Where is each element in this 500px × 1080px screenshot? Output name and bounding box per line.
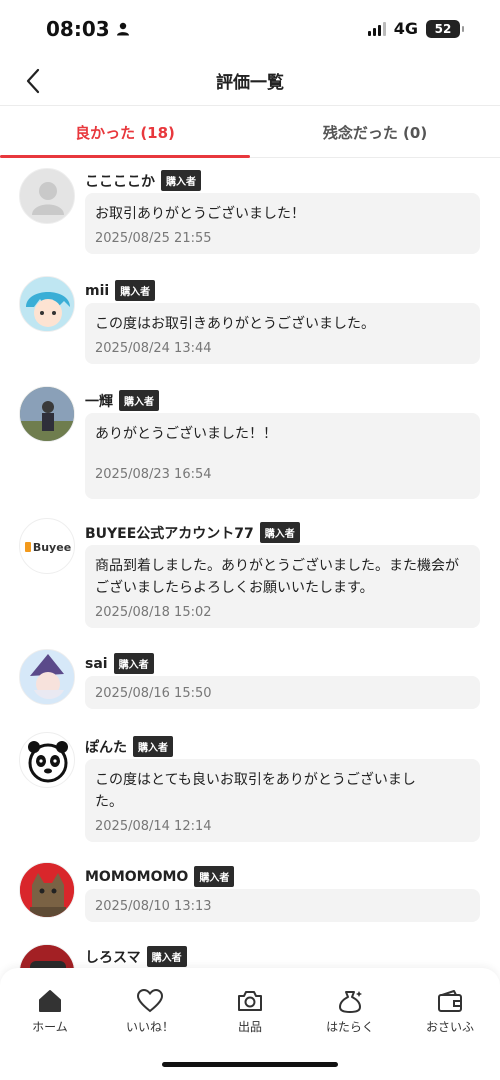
- review-bubble: ありがとうございました！！ 2025/08/23 16:54: [85, 413, 480, 499]
- review-comment: お取引ありがとうございました！: [95, 206, 305, 222]
- buyer-badge: 購入者: [194, 866, 235, 887]
- reviewer-name-text: ここここか: [85, 173, 155, 190]
- buyer-badge: 購入者: [259, 522, 300, 543]
- review-date: 2025/08/23 16:54: [95, 467, 212, 482]
- avatar[interactable]: [19, 276, 75, 332]
- reviewer-name[interactable]: MOMOMOMO 購入者: [85, 866, 235, 887]
- review-date: 2025/08/10 13:13: [95, 899, 212, 914]
- reviewer-name-text: しろスマ: [85, 949, 141, 966]
- nav-sell[interactable]: 出品: [200, 988, 300, 1038]
- camera-icon: [238, 991, 262, 1011]
- review-comment: この度はお取引きありがとうございました。: [95, 316, 375, 332]
- rating-tabs: 良かった (18) 残念だった (0): [0, 107, 500, 158]
- avatar[interactable]: Buyee: [19, 518, 75, 574]
- network-label: 4G: [393, 19, 418, 38]
- person-icon: [116, 22, 129, 36]
- review-date: 2025/08/14 12:14: [95, 819, 212, 834]
- buyer-badge: 購入者: [115, 280, 156, 301]
- avatar[interactable]: [19, 649, 75, 705]
- nav-header: 評価一覧: [0, 56, 500, 106]
- avatar[interactable]: [19, 386, 75, 442]
- review-list[interactable]: ここここか 購入者 お取引ありがとうございました！ 2025/08/25 21:…: [0, 158, 500, 968]
- review-bubble: 2025/08/16 15:50: [85, 676, 480, 709]
- nav-wallet-label: おさいふ: [425, 1020, 474, 1034]
- status-time: 08:03: [46, 17, 130, 41]
- money-bag-icon: [339, 991, 362, 1013]
- battery-icon: 52: [426, 19, 464, 38]
- reviewer-name-text: ぽんた: [85, 739, 127, 756]
- reviewer-name-text: mii: [85, 282, 110, 299]
- buyer-badge: 購入者: [113, 653, 154, 674]
- buyee-logo-text: Buyee: [32, 540, 72, 554]
- reviewer-name[interactable]: mii 購入者: [85, 280, 156, 301]
- review-bubble: 商品到着しました。ありがとうございました。また機会がございましたらよろしくお願い…: [85, 545, 480, 628]
- avatar[interactable]: [19, 168, 75, 224]
- review-comment: 商品到着しました。ありがとうございました。また機会がございましたらよろしくお願い…: [95, 558, 459, 596]
- reviewer-name[interactable]: しろスマ 購入者: [85, 946, 187, 967]
- avatar[interactable]: [19, 732, 75, 788]
- avatar[interactable]: [19, 862, 75, 918]
- nav-sell-label: 出品: [237, 1020, 262, 1034]
- review-bubble: 2025/08/10 13:13: [85, 889, 480, 922]
- battery-level: 52: [434, 21, 452, 36]
- review-date: 2025/08/16 15:50: [95, 686, 212, 701]
- avatar[interactable]: [19, 944, 75, 968]
- anime-avatar-icon: [20, 277, 74, 331]
- home-indicator[interactable]: [162, 1062, 338, 1067]
- tab-bad[interactable]: 残念だった (0): [250, 107, 500, 157]
- buyer-badge: 購入者: [161, 170, 201, 191]
- panda-icon: [28, 741, 68, 783]
- cat-photo-icon: [20, 863, 74, 917]
- reviewer-name[interactable]: ここここか 購入者: [85, 170, 201, 191]
- reviewer-name-text: 一輝: [85, 393, 113, 410]
- nav-home[interactable]: ホーム: [0, 988, 100, 1038]
- default-user-icon: [32, 182, 64, 215]
- buyee-logo: Buyee: [20, 519, 74, 573]
- page-title: 評価一覧: [216, 73, 284, 93]
- nav-wallet[interactable]: おさいふ: [400, 988, 500, 1038]
- home-icon: [39, 990, 61, 1012]
- reviewer-name[interactable]: 一輝 購入者: [85, 390, 159, 411]
- nav-work-label: はたらく: [326, 1020, 374, 1034]
- buyer-badge: 購入者: [119, 390, 159, 411]
- review-bubble: お取引ありがとうございました！ 2025/08/25 21:55: [85, 193, 480, 254]
- nav-home-label: ホーム: [32, 1020, 68, 1034]
- status-bar: 08:03 4G 52: [0, 0, 500, 60]
- nav-likes[interactable]: いいね！: [100, 988, 200, 1038]
- wallet-icon: [438, 990, 462, 1012]
- review-bubble: この度はお取引きありがとうございました。 2025/08/24 13:44: [85, 303, 480, 364]
- review-comment: ありがとうございました！！: [95, 426, 277, 442]
- buyer-badge: 購入者: [146, 946, 187, 967]
- reviewer-name[interactable]: ぽんた 購入者: [85, 736, 173, 757]
- clock-text: 08:03: [46, 17, 110, 41]
- buyer-badge: 購入者: [133, 736, 173, 757]
- reviewer-name[interactable]: sai 購入者: [85, 653, 154, 674]
- photo-avatar-icon: [20, 387, 74, 441]
- back-button[interactable]: [16, 64, 50, 98]
- anime-avatar-icon: [20, 650, 74, 704]
- reviewer-name-text: BUYEE公式アカウント77: [85, 525, 254, 542]
- review-date: 2025/08/25 21:55: [95, 231, 212, 246]
- nav-likes-label: いいね！: [125, 1020, 174, 1034]
- review-bubble: この度はとても良いお取引をありがとうございました。 2025/08/14 12:…: [85, 759, 480, 842]
- review-comment: この度はとても良いお取引をありがとうございました。: [95, 772, 416, 810]
- review-date: 2025/08/18 15:02: [95, 605, 212, 620]
- photo-avatar-icon: [20, 945, 74, 968]
- reviewer-name[interactable]: BUYEE公式アカウント77 購入者: [85, 522, 300, 543]
- review-date: 2025/08/24 13:44: [95, 341, 212, 356]
- heart-icon: [136, 988, 164, 1013]
- tab-good[interactable]: 良かった (18): [0, 107, 250, 158]
- nav-work[interactable]: はたらく: [300, 988, 400, 1038]
- chevron-left-icon: [26, 68, 40, 94]
- reviewer-name-text: MOMOMOMO: [85, 868, 189, 885]
- signal-icon: [367, 21, 386, 36]
- reviewer-name-text: sai: [85, 655, 108, 672]
- status-indicators: 4G 52: [367, 19, 464, 38]
